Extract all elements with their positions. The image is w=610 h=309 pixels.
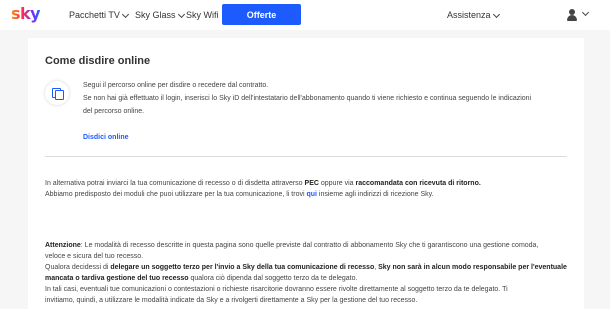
nav-pacchetti-tv[interactable]: Pacchetti TV bbox=[69, 10, 129, 20]
document-icon bbox=[45, 81, 69, 105]
attenzione-label: Attenzione bbox=[45, 242, 81, 249]
note-bold: mancata o tardiva gestione del tuo reces… bbox=[45, 275, 189, 282]
section-title: Come disdire online bbox=[45, 55, 151, 67]
alt-text: oppure via bbox=[318, 180, 356, 187]
raccomandata-label: raccomandata con ricevuta di ritorno. bbox=[355, 180, 481, 187]
chevron-down-icon bbox=[492, 10, 500, 18]
note-text: : Le modalità di recesso descritte in qu… bbox=[80, 242, 539, 249]
nav-sky-wifi[interactable]: Sky Wifi bbox=[186, 10, 219, 20]
nav-sky-wifi-label: Sky Wifi bbox=[186, 10, 219, 20]
intro-line-1: Segui il percorso online per disdire o r… bbox=[83, 82, 269, 89]
divider bbox=[45, 156, 567, 157]
nav-sky-glass[interactable]: Sky Glass bbox=[135, 10, 185, 20]
chevron-down-icon[interactable] bbox=[581, 8, 590, 17]
nav-assistenza-label: Assistenza bbox=[447, 10, 491, 20]
intro-line-3: del percorso online. bbox=[83, 108, 145, 115]
chevron-down-icon bbox=[177, 10, 185, 18]
intro-line-2: Se non hai già effettuato il login, inse… bbox=[83, 95, 532, 102]
nav-assistenza[interactable]: Assistenza bbox=[447, 10, 500, 20]
nav-pacchetti-tv-label: Pacchetti TV bbox=[69, 10, 120, 20]
disdici-online-link[interactable]: Disdici online bbox=[83, 132, 129, 144]
note-text: Qualora decidessi di bbox=[45, 264, 111, 271]
note-line-6: invitiamo, quindi, a utilizzare le modal… bbox=[45, 297, 418, 304]
note-text: qualora ciò dipenda dal soggetto terzo d… bbox=[188, 275, 358, 282]
alt-text: In alternativa potrai inviarci la tua co… bbox=[45, 180, 305, 187]
offerte-button[interactable]: Offerte bbox=[222, 4, 301, 25]
chevron-down-icon bbox=[121, 10, 129, 18]
user-account-icon[interactable] bbox=[567, 9, 577, 21]
note-bold: delegare un soggetto terzo per l'invio a… bbox=[110, 264, 375, 271]
moduli-qui-link[interactable]: qui bbox=[306, 191, 317, 198]
note-bold: Sky non sarà in alcun modo responsabile … bbox=[378, 264, 567, 271]
alternative-line-2: Abbiamo predisposto dei moduli che puoi … bbox=[45, 189, 434, 201]
nav-sky-glass-label: Sky Glass bbox=[135, 10, 176, 20]
alt-text: Abbiamo predisposto dei moduli che puoi … bbox=[45, 191, 307, 198]
sky-logo[interactable]: sky bbox=[11, 4, 41, 23]
alt-text: insieme agli indirizzi di ricezione Sky. bbox=[316, 191, 434, 198]
pec-label: PEC bbox=[304, 180, 319, 187]
top-navbar: sky Pacchetti TV Sky Glass Sky Wifi Offe… bbox=[0, 0, 610, 30]
